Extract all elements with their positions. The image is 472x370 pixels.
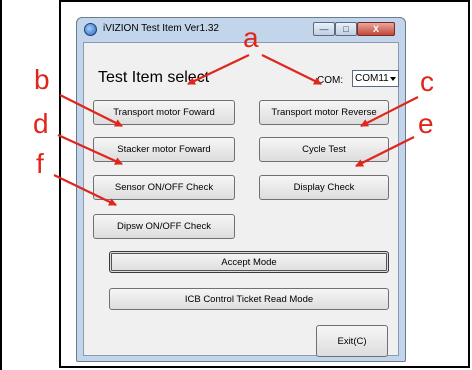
- display-check-button[interactable]: Display Check: [259, 175, 389, 200]
- client-area: Test Item select COM: COM11 Transport mo…: [83, 42, 399, 357]
- callout-label-e: e: [418, 108, 434, 139]
- callout-label-d: d: [33, 108, 49, 139]
- app-icon: [84, 23, 97, 36]
- cycle-test-button[interactable]: Cycle Test: [259, 137, 389, 162]
- exit-button[interactable]: Exit(C): [316, 325, 388, 357]
- close-button[interactable]: X: [357, 22, 395, 36]
- page-title: Test Item select: [98, 69, 210, 86]
- callout-label-f: f: [36, 148, 44, 179]
- dipsw-check-button[interactable]: Dipsw ON/OFF Check: [93, 214, 235, 239]
- com-port-value: COM11: [355, 73, 389, 84]
- callout-label-b: b: [34, 64, 50, 95]
- icb-control-button[interactable]: ICB Control Ticket Read Mode: [109, 288, 389, 310]
- com-label: COM:: [317, 75, 344, 86]
- stacker-forward-button[interactable]: Stacker motor Foward: [93, 137, 235, 162]
- accept-mode-button[interactable]: Accept Mode: [109, 251, 389, 273]
- transport-forward-button[interactable]: Transport motor Foward: [93, 100, 235, 125]
- window-title: iVIZION Test Item Ver1.32: [103, 23, 219, 34]
- com-port-select[interactable]: COM11: [352, 70, 399, 87]
- title-bar: iVIZION Test Item Ver1.32 — □ X: [77, 18, 405, 40]
- sensor-check-button[interactable]: Sensor ON/OFF Check: [93, 175, 235, 200]
- chevron-down-icon: [390, 77, 396, 81]
- left-border-line: [0, 0, 2, 370]
- maximize-button[interactable]: □: [335, 22, 357, 36]
- minimize-button[interactable]: —: [313, 22, 335, 36]
- app-window: iVIZION Test Item Ver1.32 — □ X Test Ite…: [76, 17, 406, 362]
- transport-reverse-button[interactable]: Transport motor Reverse: [259, 100, 389, 125]
- callout-label-a: a: [243, 22, 259, 53]
- callout-label-c: c: [420, 66, 434, 97]
